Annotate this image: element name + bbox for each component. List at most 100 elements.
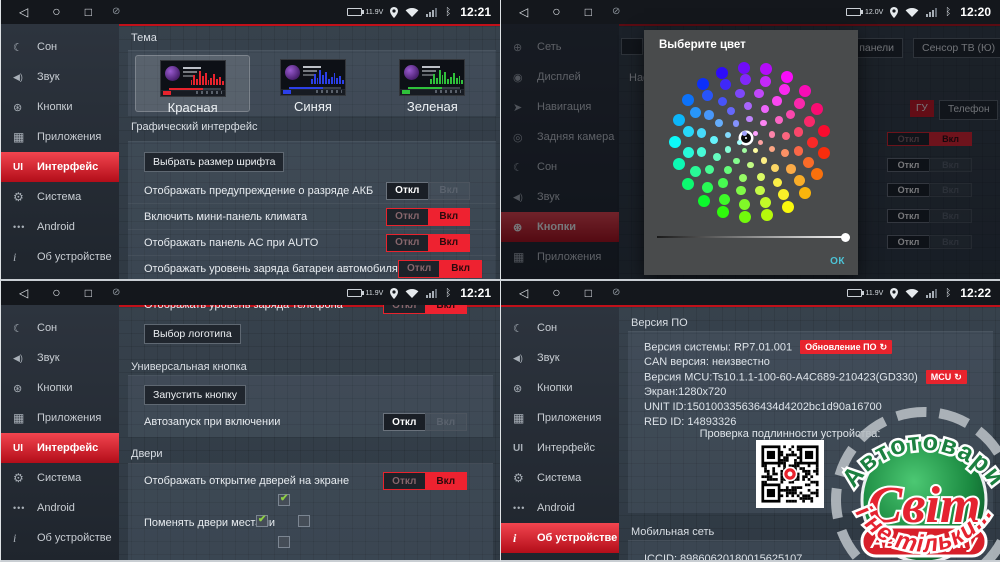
sidebar-item-speaker[interactable]: ◀)Звук <box>501 343 619 373</box>
sidebar-item-info[interactable]: iОб устройстве <box>1 523 119 553</box>
color-dot[interactable] <box>782 201 794 213</box>
door-checkbox-right[interactable] <box>298 515 310 527</box>
screenshot-icon[interactable]: ⊘ <box>612 288 620 299</box>
color-dot[interactable] <box>799 85 811 97</box>
color-dot[interactable] <box>673 158 685 170</box>
color-dot[interactable] <box>761 105 769 113</box>
run-button[interactable]: Запустить кнопку <box>144 385 246 405</box>
back-icon[interactable]: ◁ <box>19 6 28 18</box>
toggle-off-option[interactable]: Откл <box>386 234 428 252</box>
color-dot[interactable] <box>758 140 763 145</box>
color-dot[interactable] <box>804 116 815 127</box>
color-dot[interactable] <box>782 132 790 140</box>
sidebar-item-gear[interactable]: ⚙Система <box>501 463 619 493</box>
sidebar-item-dots[interactable]: •••Android <box>501 493 619 523</box>
back-icon[interactable]: ◁ <box>19 287 28 299</box>
color-dot[interactable] <box>786 164 796 174</box>
color-dot[interactable] <box>760 197 771 208</box>
color-dot[interactable] <box>698 195 710 207</box>
color-dot[interactable] <box>773 178 783 188</box>
toggle-off-option[interactable]: Откл <box>383 413 425 431</box>
color-dot[interactable] <box>718 97 728 107</box>
recents-icon[interactable]: □ <box>85 6 92 18</box>
home-icon[interactable]: ○ <box>52 285 60 299</box>
color-dot[interactable] <box>739 199 750 210</box>
color-dot[interactable] <box>747 162 754 169</box>
toggle-off-option[interactable]: Откл <box>398 260 440 278</box>
toggle-on-option[interactable]: Вкл <box>428 208 471 226</box>
sidebar-item-info[interactable]: iОб устройстве <box>501 523 619 553</box>
color-dot[interactable] <box>683 147 694 158</box>
color-dot[interactable] <box>746 116 753 123</box>
screenshot-icon[interactable]: ⊘ <box>112 288 120 299</box>
sidebar-item-apps[interactable]: ▦Приложения <box>501 403 619 433</box>
color-dot[interactable] <box>727 107 735 115</box>
toggle-on-option[interactable]: Вкл <box>428 234 471 252</box>
color-dot[interactable] <box>705 165 715 175</box>
color-dot[interactable] <box>738 62 750 74</box>
sidebar-item-ui[interactable]: UIИнтерфейс <box>1 152 119 182</box>
color-dot[interactable] <box>725 132 732 139</box>
door-checkbox-top[interactable] <box>278 494 290 506</box>
color-dot[interactable] <box>716 67 728 79</box>
color-wheel[interactable] <box>665 57 835 227</box>
ok-button[interactable]: ОК <box>830 256 845 267</box>
toggle-on-option[interactable]: Вкл <box>425 305 468 314</box>
sidebar-item-ui[interactable]: UIИнтерфейс <box>501 433 619 463</box>
color-dot[interactable] <box>742 148 747 153</box>
door-checkbox-left[interactable] <box>256 515 268 527</box>
color-dot[interactable] <box>702 182 713 193</box>
color-dot[interactable] <box>818 125 830 137</box>
color-dot[interactable] <box>736 186 746 196</box>
sidebar-item-info[interactable]: iОб устройстве <box>1 242 119 272</box>
back-icon[interactable]: ◁ <box>519 6 528 18</box>
color-dot[interactable] <box>781 71 793 83</box>
color-dot[interactable] <box>779 84 790 95</box>
color-dot[interactable] <box>669 136 681 148</box>
color-dot[interactable] <box>794 175 805 186</box>
color-dot[interactable] <box>744 102 752 110</box>
color-dot[interactable] <box>739 211 751 223</box>
color-dot[interactable] <box>754 89 764 99</box>
color-dot[interactable] <box>739 174 747 182</box>
color-dot[interactable] <box>717 206 729 218</box>
font-size-button[interactable]: Выбрать размер шрифта <box>144 152 284 172</box>
color-dot[interactable] <box>682 94 694 106</box>
sidebar-item-gear[interactable]: ⚙Система <box>1 182 119 212</box>
color-dot[interactable] <box>713 153 721 161</box>
sidebar-item-steering-wheel[interactable]: ⊛Кнопки <box>1 92 119 122</box>
sidebar-item-steering-wheel[interactable]: ⊛Кнопки <box>1 373 119 403</box>
toggle-off-option[interactable]: Откл <box>386 182 428 200</box>
update-badge[interactable]: MCU↻ <box>926 370 967 384</box>
color-dot[interactable] <box>753 148 758 153</box>
color-dot[interactable] <box>697 128 707 138</box>
sidebar-item-moon[interactable]: ☾Сон <box>1 313 119 343</box>
update-badge[interactable]: Обновление ПО↻ <box>800 340 892 354</box>
color-dot[interactable] <box>781 149 789 157</box>
sidebar-item-dots[interactable]: •••Android <box>1 212 119 242</box>
sidebar-item-moon[interactable]: ☾Сон <box>501 313 619 343</box>
color-dot[interactable] <box>720 79 731 90</box>
color-dot[interactable] <box>704 110 714 120</box>
color-dot[interactable] <box>811 103 823 115</box>
door-checkbox-bottom[interactable] <box>278 536 290 548</box>
recents-icon[interactable]: □ <box>585 287 592 299</box>
color-dot[interactable] <box>807 137 818 148</box>
sidebar-item-moon[interactable]: ☾Сон <box>1 32 119 62</box>
color-dot[interactable] <box>794 98 805 109</box>
color-dot[interactable] <box>811 168 823 180</box>
screenshot-icon[interactable]: ⊘ <box>612 7 620 18</box>
color-dot[interactable] <box>760 120 767 127</box>
color-dot[interactable] <box>755 186 765 196</box>
color-dot[interactable] <box>697 78 709 90</box>
sidebar-item-gear[interactable]: ⚙Система <box>1 463 119 493</box>
slider-thumb[interactable] <box>841 233 850 242</box>
back-icon[interactable]: ◁ <box>519 287 528 299</box>
color-dot[interactable] <box>761 209 773 221</box>
color-dot[interactable] <box>799 187 811 199</box>
color-dot[interactable] <box>733 158 740 165</box>
theme-card[interactable]: Синяя <box>256 55 369 112</box>
home-icon[interactable]: ○ <box>52 4 60 18</box>
color-dot[interactable] <box>725 146 732 153</box>
toggle-on-option[interactable]: Вкл <box>425 413 468 431</box>
